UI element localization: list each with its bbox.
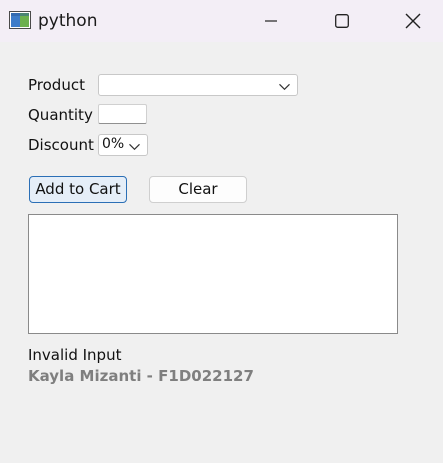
discount-dropdown[interactable]: 0%: [98, 134, 148, 156]
maximize-icon: [335, 14, 349, 28]
python-window-icon: [9, 11, 31, 29]
quantity-label: Quantity: [28, 106, 93, 124]
close-button[interactable]: [390, 0, 436, 42]
minimize-button[interactable]: [248, 0, 294, 42]
title-bar[interactable]: python: [0, 0, 443, 42]
discount-selected-value: 0%: [102, 136, 124, 152]
add-to-cart-button[interactable]: Add to Cart: [29, 176, 127, 203]
chevron-down-icon: [279, 76, 290, 95]
author-credit: Kayla Mizanti - F1D022127: [28, 367, 254, 385]
clear-button[interactable]: Clear: [149, 176, 247, 203]
discount-label: Discount: [28, 136, 94, 154]
minimize-icon: [265, 20, 277, 22]
chevron-down-icon: [129, 136, 140, 155]
status-message: Invalid Input: [28, 346, 122, 364]
product-label: Product: [28, 76, 85, 94]
product-dropdown[interactable]: [98, 74, 298, 96]
cart-list[interactable]: [28, 214, 398, 334]
window-title: python: [38, 11, 98, 31]
close-icon: [405, 13, 421, 29]
app-window: python Product Quantity Discount 0% Add …: [0, 0, 443, 463]
quantity-input[interactable]: [98, 104, 147, 124]
maximize-button[interactable]: [319, 0, 365, 42]
